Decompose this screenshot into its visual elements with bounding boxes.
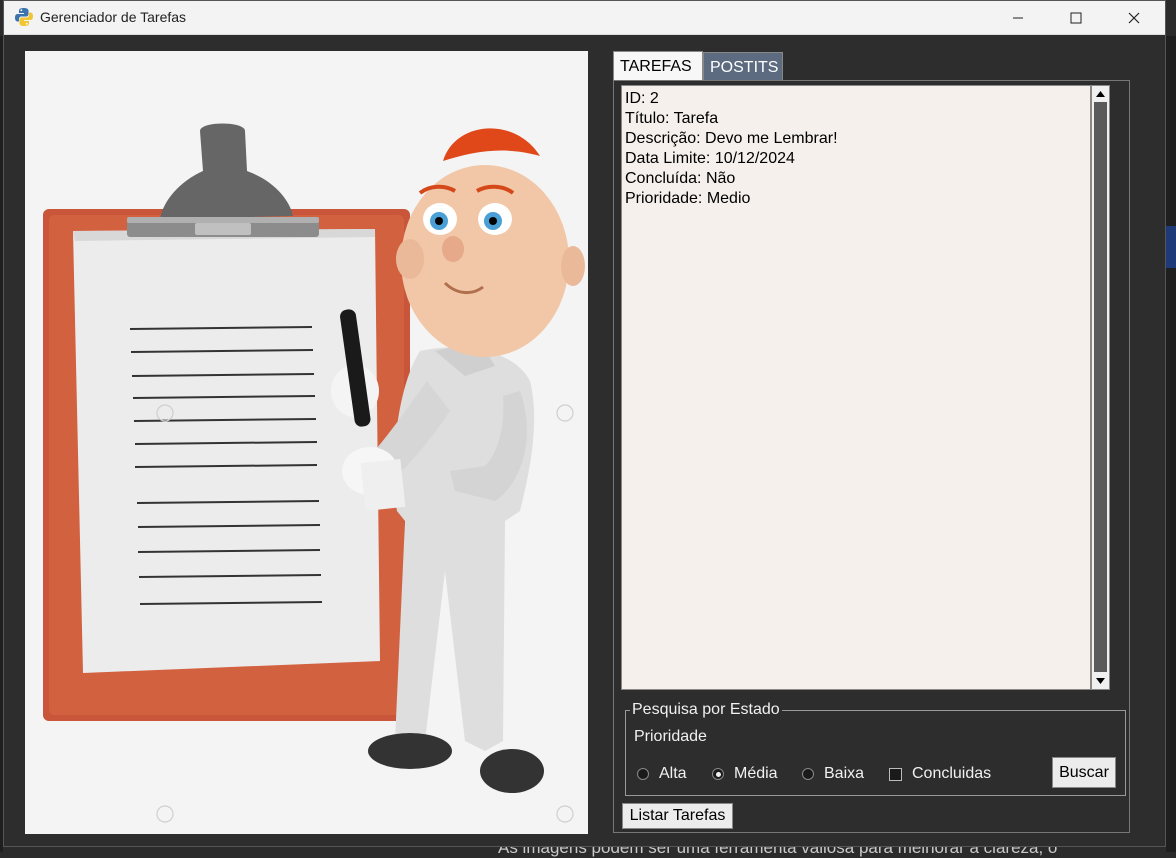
- tab-tarefas[interactable]: TAREFAS: [613, 51, 703, 81]
- task-id-line: ID: 2: [625, 90, 659, 107]
- textarea-scrollbar[interactable]: [1091, 85, 1110, 690]
- search-group-title: Pesquisa por Estado: [630, 701, 782, 719]
- python-icon: [15, 8, 33, 26]
- radio-baixa-label: Baixa: [824, 765, 865, 782]
- background-window-edge-right: [1166, 36, 1176, 852]
- task-details-textarea[interactable]: ID: 2 Título: Tarefa Descrição: Devo me …: [621, 85, 1091, 690]
- clipboard-character-illustration: [43, 123, 585, 823]
- tab-postits[interactable]: POSTITS: [703, 52, 783, 81]
- scroll-up-button[interactable]: [1093, 87, 1108, 101]
- minimize-button[interactable]: [989, 1, 1047, 34]
- task-description-line: Descrição: Devo me Lembrar!: [625, 130, 838, 147]
- task-deadline-line: Data Limite: 10/12/2024: [625, 150, 795, 167]
- close-icon: [1128, 12, 1140, 23]
- listar-tarefas-button[interactable]: Listar Tarefas: [622, 803, 733, 829]
- radio-media[interactable]: Média: [712, 764, 778, 784]
- task-completed-line: Concluída: Não: [625, 170, 736, 187]
- task-priority-line: Prioridade: Medio: [625, 190, 751, 207]
- checkbox-box: [889, 767, 902, 781]
- illustration-panel: [25, 51, 588, 834]
- radio-media-label: Média: [734, 765, 778, 782]
- radio-indicator-selected: [712, 768, 724, 780]
- scroll-thumb[interactable]: [1094, 102, 1107, 672]
- radio-baixa[interactable]: Baixa: [802, 764, 864, 784]
- concluidas-label: Concluidas: [912, 765, 992, 782]
- search-groupbox: [625, 710, 1126, 796]
- minimize-icon: [1013, 17, 1023, 18]
- close-button[interactable]: [1105, 1, 1163, 34]
- arrow-down-icon: [1096, 678, 1105, 684]
- scroll-down-button[interactable]: [1093, 674, 1108, 688]
- title-bar[interactable]: Gerenciador de Tarefas: [4, 1, 1165, 35]
- window-title: Gerenciador de Tarefas: [40, 9, 187, 25]
- maximize-icon: [1070, 12, 1082, 23]
- maximize-button[interactable]: [1047, 1, 1105, 34]
- buscar-button[interactable]: Buscar: [1052, 757, 1116, 788]
- radio-alta-label: Alta: [659, 765, 687, 782]
- radio-alta[interactable]: Alta: [637, 764, 687, 784]
- background-accent-block: [1166, 226, 1176, 268]
- task-title-line: Título: Tarefa: [625, 110, 719, 127]
- arrow-up-icon: [1096, 91, 1105, 97]
- priority-label: Prioridade: [634, 728, 707, 745]
- concluidas-checkbox[interactable]: Concluidas: [889, 764, 991, 784]
- radio-indicator: [637, 768, 649, 780]
- radio-indicator: [802, 768, 814, 780]
